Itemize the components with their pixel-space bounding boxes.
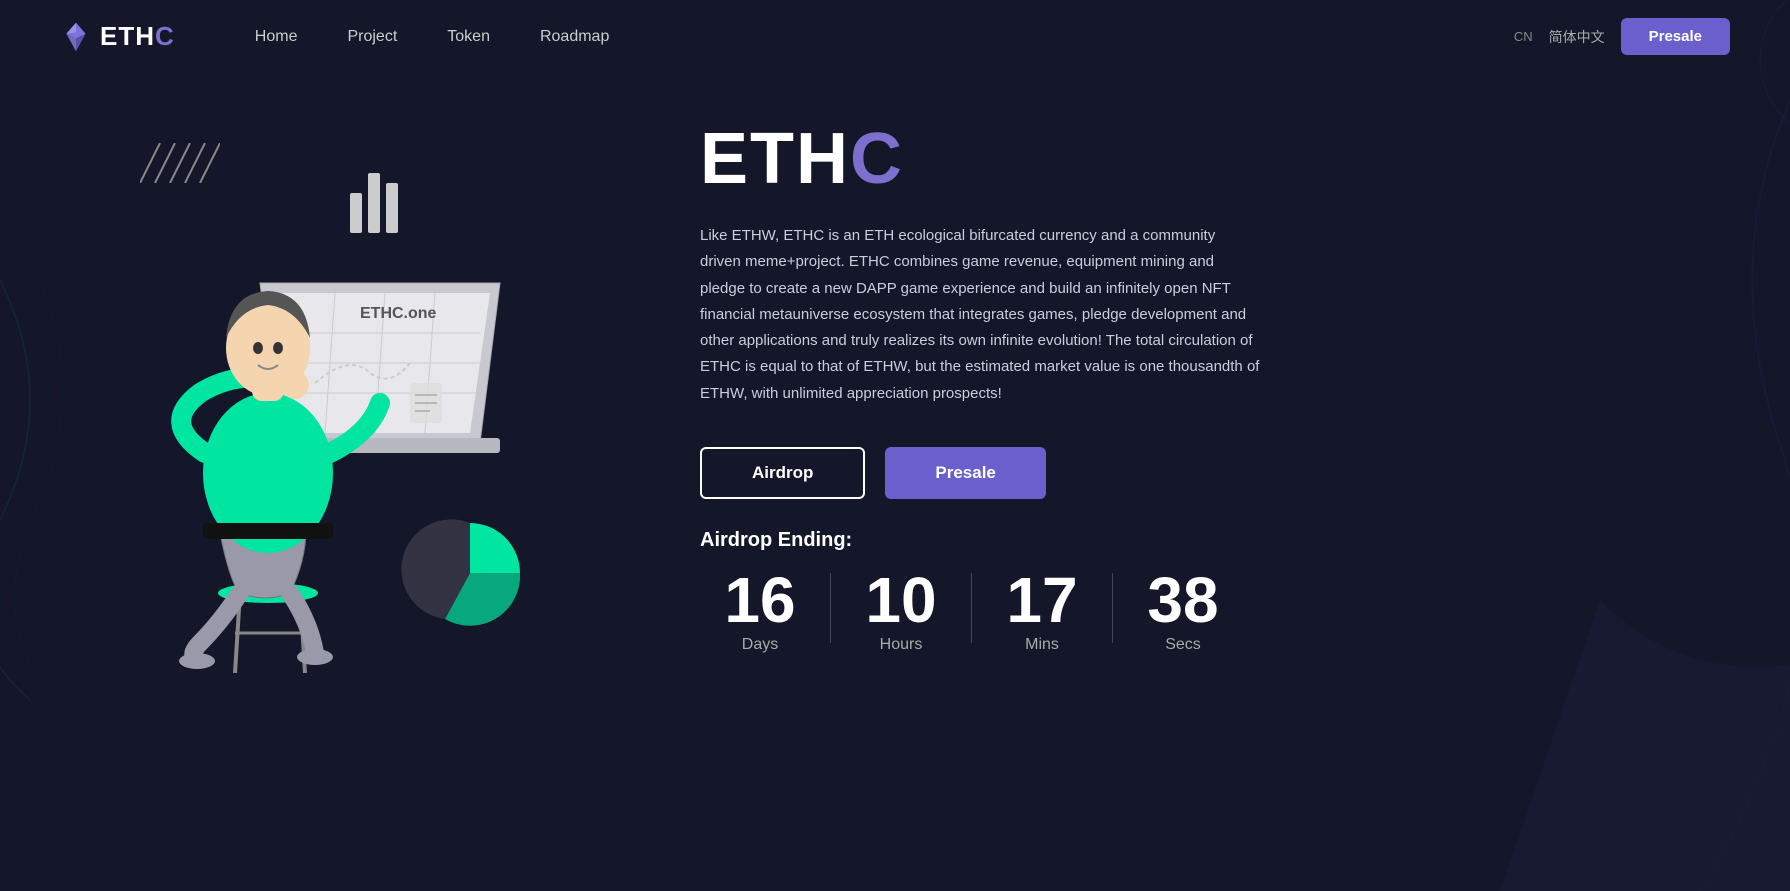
- countdown-section: Airdrop Ending: 16 Days 10 Hours 17 Mins: [700, 529, 1730, 654]
- countdown-timer: 16 Days 10 Hours 17 Mins 38 Secs: [700, 568, 1730, 654]
- nav-item-project[interactable]: Project: [347, 28, 397, 46]
- illustration-area: ETHC.one: [60, 93, 620, 693]
- nav-right: CN 简体中文 Presale: [1514, 18, 1730, 55]
- countdown-days: 16 Days: [700, 568, 820, 654]
- nav-links: Home Project Token Roadmap: [255, 28, 1474, 46]
- hours-value: 10: [865, 568, 936, 632]
- secs-value: 38: [1147, 568, 1218, 632]
- hero-title: ETHC: [700, 123, 1730, 195]
- countdown-mins: 17 Mins: [982, 568, 1102, 654]
- mins-value: 17: [1006, 568, 1077, 632]
- days-text: Days: [742, 636, 778, 654]
- countdown-label: Airdrop Ending:: [700, 529, 1730, 552]
- countdown-divider-3: [1112, 573, 1113, 643]
- nav-item-roadmap[interactable]: Roadmap: [540, 28, 609, 46]
- days-value: 16: [724, 568, 795, 632]
- hero-description: Like ETHW, ETHC is an ETH ecological bif…: [700, 223, 1260, 407]
- airdrop-button[interactable]: Airdrop: [700, 447, 865, 499]
- action-buttons: Airdrop Presale: [700, 447, 1730, 499]
- mins-text: Mins: [1025, 636, 1059, 654]
- lang-label[interactable]: 简体中文: [1549, 27, 1605, 47]
- hours-text: Hours: [880, 636, 923, 654]
- countdown-divider-2: [971, 573, 972, 643]
- countdown-divider-1: [830, 573, 831, 643]
- navigation: ETHC Home Project Token Roadmap CN 简体中文 …: [0, 0, 1790, 73]
- nav-item-token[interactable]: Token: [447, 28, 490, 46]
- nav-item-home[interactable]: Home: [255, 28, 298, 46]
- svg-text:ETHC.one: ETHC.one: [360, 305, 437, 322]
- main-content: ETHC.one: [0, 73, 1790, 693]
- lang-code: CN: [1514, 29, 1533, 44]
- logo[interactable]: ETHC: [60, 21, 175, 53]
- logo-text: ETHC: [100, 21, 175, 52]
- eth-logo-icon: [60, 21, 92, 53]
- main-illustration: ETHC.one: [40, 113, 600, 673]
- countdown-hours: 10 Hours: [841, 568, 961, 654]
- right-content: ETHC Like ETHW, ETHC is an ETH ecologica…: [620, 93, 1730, 654]
- secs-text: Secs: [1165, 636, 1201, 654]
- presale-button[interactable]: Presale: [885, 447, 1046, 499]
- countdown-secs: 38 Secs: [1123, 568, 1243, 654]
- nav-presale-button[interactable]: Presale: [1621, 18, 1730, 55]
